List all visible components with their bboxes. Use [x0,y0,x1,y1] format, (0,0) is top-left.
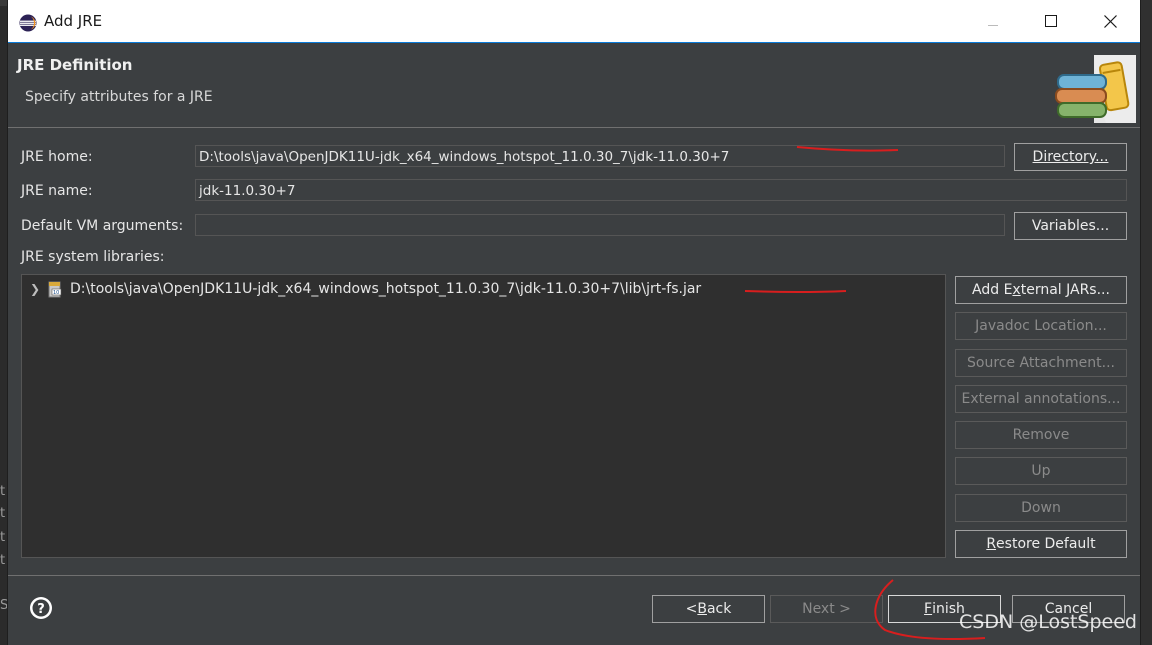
title-bar[interactable]: Add JRE [8,0,1140,43]
close-icon [1103,14,1117,28]
dialog-header: JRE Definition Specify attributes for a … [8,43,1140,128]
chevron-right-icon[interactable]: ❯ [30,282,42,296]
background-fragment: t [0,530,6,545]
javadoc-location-button[interactable]: Javadoc Location... [955,312,1127,340]
default-vm-args-input[interactable] [195,214,1005,236]
add-external-jars-button[interactable]: Add Ex ternal JARs... [955,276,1127,304]
jre-home-input[interactable]: D:\tools\java\OpenJDK11U-jdk_x64_windows… [195,145,1005,167]
svg-text:10: 10 [53,290,59,296]
down-button[interactable]: Down [955,494,1127,522]
minimize-icon [988,25,998,26]
close-button[interactable] [1087,0,1133,42]
jre-system-libraries-label: JRE system libraries: [21,249,165,265]
default-vm-args-label: Default VM arguments: [21,218,184,234]
header-subtitle: Specify attributes for a JRE [25,89,213,105]
watermark: CSDN @LostSpeed [959,611,1137,633]
jre-library-books-icon [1046,53,1136,123]
maximize-icon [1045,15,1057,27]
background-fragment: t [0,506,6,521]
minimize-button[interactable] [970,0,1016,42]
eclipse-icon [19,14,37,32]
external-annotations-button[interactable]: External annotations... [955,385,1127,413]
background-fragment: S [0,598,8,613]
background-fragment: t [0,553,6,568]
directory-button[interactable]: Directory... [1014,143,1127,171]
tree-row[interactable]: ❯ 10 D:\tools\java\OpenJDK11U-jdk_x64_wi… [22,278,701,300]
add-jre-dialog: Add JRE JRE Definition Specify attribute… [8,0,1140,645]
jar-icon: 10 [48,281,62,298]
source-attachment-button[interactable]: Source Attachment... [955,349,1127,377]
library-path: D:\tools\java\OpenJDK11U-jdk_x64_windows… [70,281,702,297]
jre-name-input[interactable]: jdk-11.0.30+7 [195,179,1127,201]
window-title: Add JRE [44,12,103,30]
remove-button[interactable]: Remove [955,421,1127,449]
back-button[interactable]: < Back [652,595,765,623]
jre-home-label: JRE home: [21,149,93,165]
jre-libraries-tree[interactable]: ❯ 10 D:\tools\java\OpenJDK11U-jdk_x64_wi… [21,274,946,558]
background-right-panel [1140,0,1152,645]
maximize-button[interactable] [1028,0,1074,42]
header-title: JRE Definition [17,56,133,74]
next-button[interactable]: Next > [770,595,883,623]
up-button[interactable]: Up [955,457,1127,485]
restore-default-button[interactable]: Restore Default [955,530,1127,558]
footer-separator [8,575,1140,576]
background-fragment: t [0,484,6,499]
help-icon[interactable]: ? [29,596,53,620]
variables-button[interactable]: Variables... [1014,212,1127,240]
svg-text:?: ? [37,602,45,617]
jre-name-label: JRE name: [21,183,93,199]
